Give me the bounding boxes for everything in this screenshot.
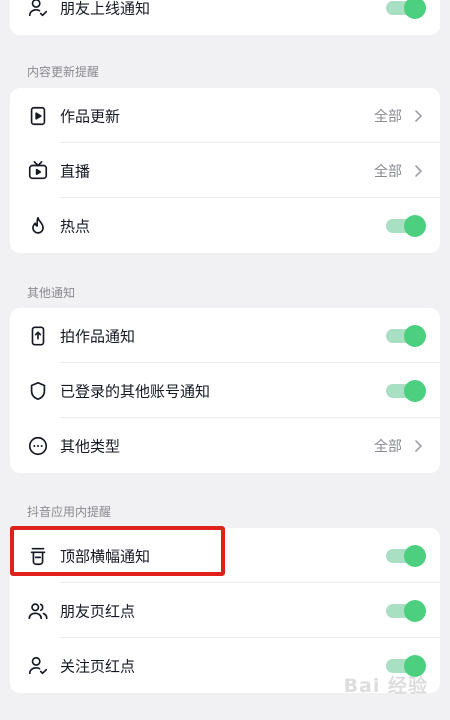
- user-check-icon: [27, 655, 49, 677]
- chevron-right-icon: [410, 108, 426, 124]
- watermark: Bai 经验: [343, 675, 428, 697]
- row-other-accounts[interactable]: 已登录的其他账号通知: [10, 363, 440, 418]
- content-updates-card: 作品更新 全部 直播 全部 热点: [10, 88, 440, 253]
- toggle-knob: [404, 214, 426, 237]
- flame-icon: [27, 215, 49, 237]
- row-label: 朋友页红点: [60, 602, 136, 620]
- toggle-knob: [404, 544, 426, 567]
- row-other-types[interactable]: 其他类型 全部: [10, 418, 440, 473]
- friends-icon: [27, 600, 49, 622]
- toggle-hot[interactable]: [386, 214, 426, 237]
- more-circle-icon: [27, 435, 49, 457]
- row-label: 拍作品通知: [60, 327, 136, 345]
- user-check-icon: [27, 0, 49, 19]
- toggle-knob: [404, 599, 426, 622]
- section-title-content-updates: 内容更新提醒: [27, 65, 100, 79]
- toggle-shoot-works[interactable]: [386, 324, 426, 347]
- phone-upload-icon: [27, 325, 49, 347]
- toggle-friends-dot[interactable]: [386, 599, 426, 622]
- chevron-right-icon: [410, 438, 426, 454]
- row-value: 全部: [374, 438, 402, 455]
- row-label: 作品更新: [60, 107, 121, 125]
- row-label: 朋友上线通知: [60, 0, 151, 17]
- section-title-other-notifications: 其他通知: [27, 286, 76, 300]
- row-label: 热点: [60, 217, 91, 235]
- row-friends-dot[interactable]: 朋友页红点: [10, 583, 440, 638]
- play-document-icon: [27, 105, 49, 127]
- toggle-friend-online[interactable]: [386, 0, 426, 19]
- highlight-box: [10, 526, 225, 576]
- row-shoot-works[interactable]: 拍作品通知: [10, 308, 440, 363]
- row-label: 其他类型: [60, 437, 121, 455]
- chevron-right-icon: [410, 163, 426, 179]
- row-label: 直播: [60, 162, 91, 180]
- row-friend-online[interactable]: 朋友上线通知: [10, 0, 440, 35]
- tv-play-icon: [27, 160, 49, 182]
- row-label: 已登录的其他账号通知: [60, 382, 211, 400]
- other-notifications-card: 拍作品通知 已登录的其他账号通知 其他类型 全部: [10, 308, 440, 473]
- friends-card: 朋友上线通知: [10, 0, 440, 35]
- shield-icon: [27, 380, 49, 402]
- row-value: 全部: [374, 163, 402, 180]
- section-title-in-app-reminders: 抖音应用内提醒: [27, 505, 112, 519]
- row-live[interactable]: 直播 全部: [10, 143, 440, 198]
- toggle-knob: [404, 324, 426, 347]
- toggle-other-accounts[interactable]: [386, 379, 426, 402]
- row-hot[interactable]: 热点: [10, 198, 440, 253]
- toggle-top-banner[interactable]: [386, 544, 426, 567]
- toggle-knob: [404, 0, 426, 19]
- row-works-update[interactable]: 作品更新 全部: [10, 88, 440, 143]
- row-label: 关注页红点: [60, 657, 136, 675]
- toggle-knob: [404, 379, 426, 402]
- row-value: 全部: [374, 108, 402, 125]
